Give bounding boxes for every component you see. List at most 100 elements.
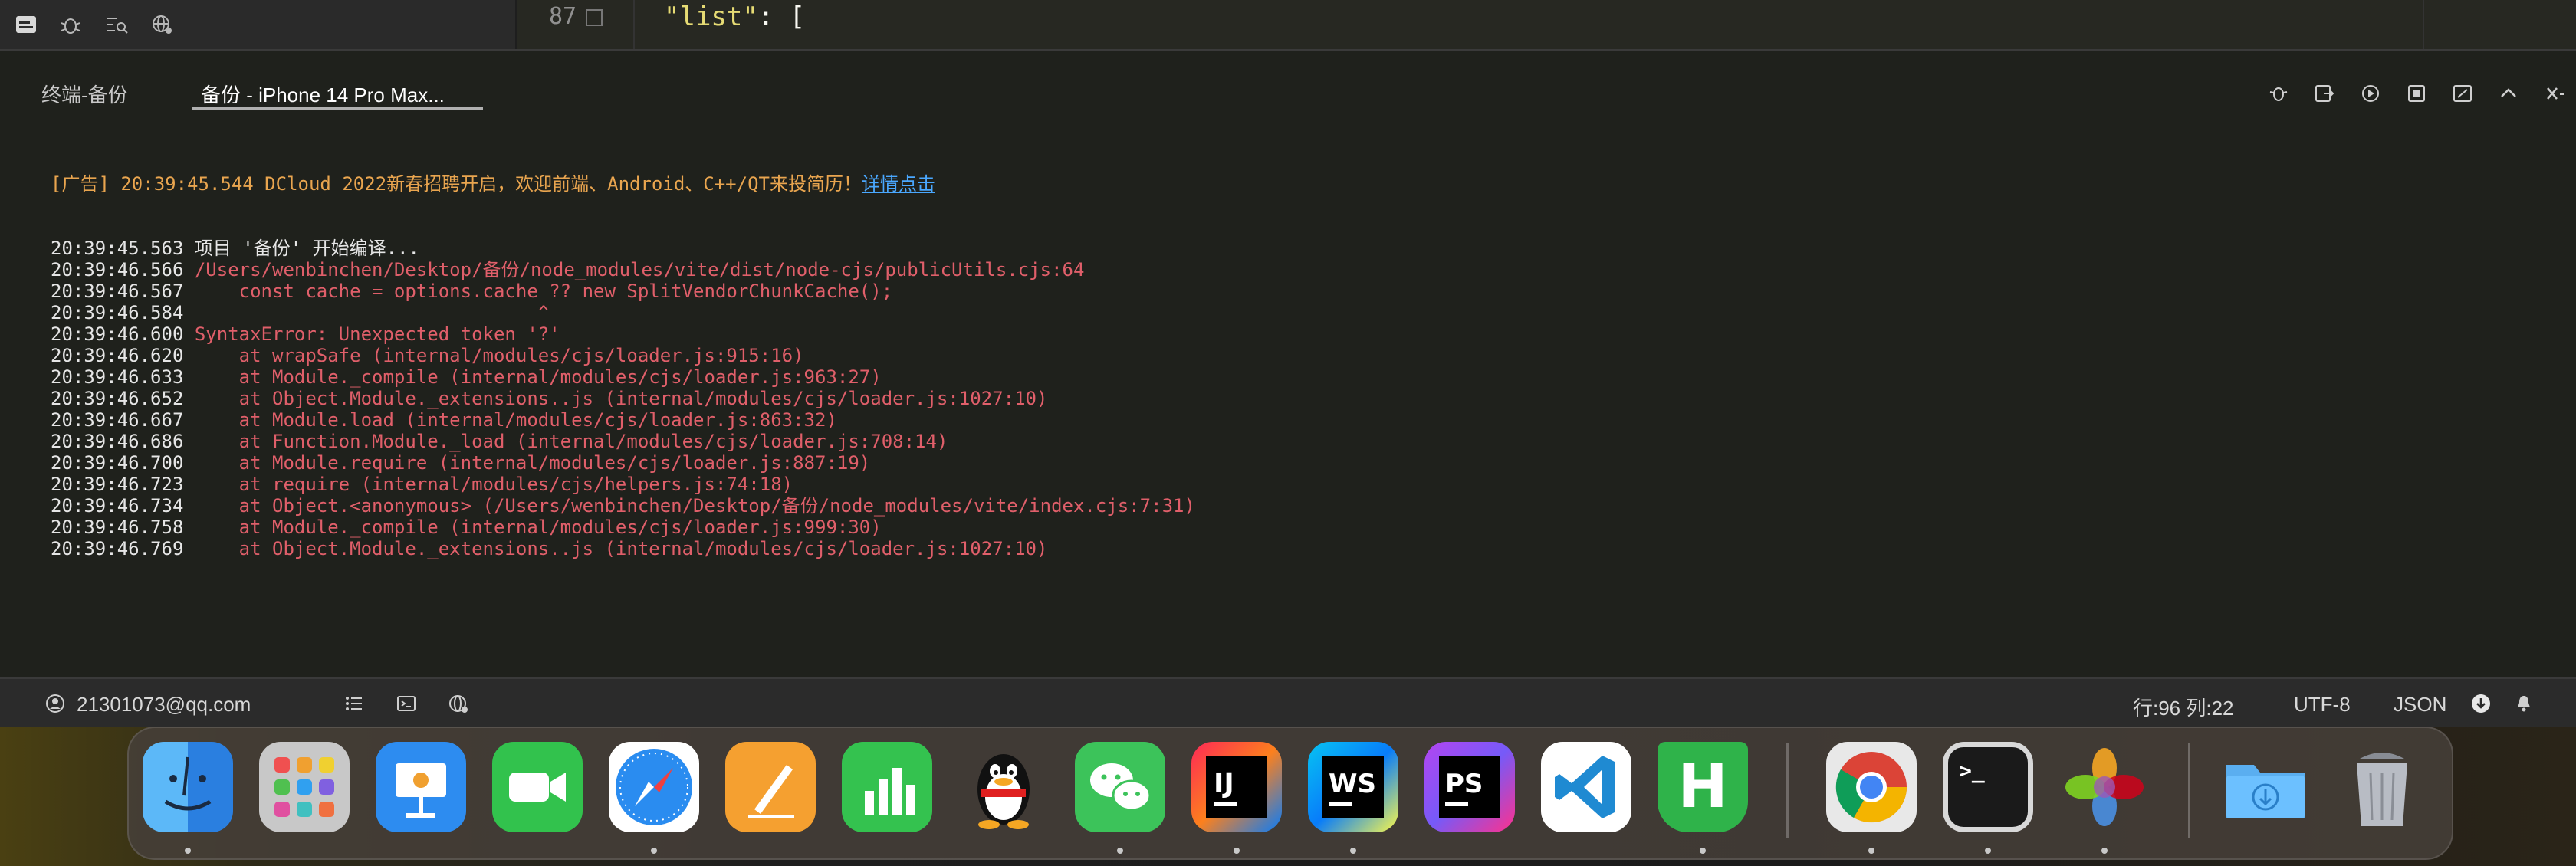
finder-running-dot bbox=[185, 848, 191, 854]
cursor-position[interactable]: 行:96 列:22 bbox=[2133, 693, 2234, 721]
console-message: at Module._compile (internal/modules/cjs… bbox=[194, 517, 882, 538]
tab-iphone-console[interactable]: 备份 - iPhone 14 Pro Max... bbox=[201, 80, 445, 108]
chrome-running-dot bbox=[1868, 848, 1875, 854]
terminal-toggle-icon[interactable] bbox=[394, 691, 419, 716]
file-encoding[interactable]: UTF-8 bbox=[2294, 693, 2351, 717]
downloads-folder-icon[interactable] bbox=[2220, 742, 2311, 832]
account-icon[interactable] bbox=[43, 691, 67, 716]
console-timestamp: 20:39:46.734 bbox=[51, 495, 195, 517]
notification-bell-icon[interactable] bbox=[2512, 691, 2536, 716]
chevron-up-icon[interactable] bbox=[2493, 78, 2524, 109]
finder-icon[interactable] bbox=[143, 742, 233, 832]
console-timestamp: 20:39:46.633 bbox=[51, 366, 195, 388]
export-log-icon[interactable] bbox=[2309, 78, 2340, 109]
console-line: 20:39:46.667 at Module.load (internal/mo… bbox=[51, 409, 1195, 431]
console-message: 项目 '备份' 开始编译... bbox=[194, 238, 419, 259]
phpstorm-label: PS bbox=[1445, 768, 1484, 799]
dock-separator bbox=[1786, 743, 1789, 838]
console-message: at Module._compile (internal/modules/cjs… bbox=[194, 366, 882, 388]
line-number: 87 bbox=[549, 3, 577, 30]
console-timestamp: 20:39:46.600 bbox=[51, 323, 195, 345]
console-timestamp: 20:39:46.567 bbox=[51, 280, 195, 302]
launchpad-icon[interactable] bbox=[259, 742, 350, 832]
wechat-icon[interactable] bbox=[1075, 742, 1165, 832]
facetime-icon[interactable] bbox=[492, 742, 583, 832]
code-key: "list" bbox=[664, 2, 758, 32]
tab-terminal-backup[interactable]: 终端-备份 bbox=[41, 80, 128, 108]
debug-icon[interactable] bbox=[2263, 78, 2294, 109]
console-timestamp: 20:39:46.652 bbox=[51, 388, 195, 409]
clear-console-icon[interactable] bbox=[2447, 78, 2478, 109]
panel-toolbar bbox=[2263, 78, 2570, 109]
console-message: at wrapSafe (internal/modules/cjs/loader… bbox=[194, 345, 804, 366]
code-line: "list": [ bbox=[664, 2, 805, 32]
console-message: /Users/wenbinchen/Desktop/备份/node_module… bbox=[194, 259, 1085, 280]
console-line: 20:39:46.620 at wrapSafe (internal/modul… bbox=[51, 345, 1195, 366]
console-line: 20:39:46.600 SyntaxError: Unexpected tok… bbox=[51, 323, 1195, 345]
qq-penguin-icon[interactable] bbox=[958, 742, 1049, 832]
webstorm-label: WS bbox=[1329, 768, 1376, 799]
hbuilderx-icon[interactable]: H bbox=[1658, 742, 1748, 832]
console-line: 20:39:46.566 /Users/wenbinchen/Desktop/备… bbox=[51, 259, 1195, 280]
console-output: [广告] 20:39:45.544 DCloud 2022新春招聘开启，欢迎前端… bbox=[51, 130, 1195, 602]
console-ad-line: [广告] 20:39:45.544 DCloud 2022新春招聘开启，欢迎前端… bbox=[51, 173, 1195, 195]
trash-icon[interactable] bbox=[2337, 742, 2427, 832]
console-message: at Module.require (internal/modules/cjs/… bbox=[194, 452, 871, 474]
file-explorer-icon[interactable] bbox=[11, 9, 41, 40]
account-email[interactable]: 21301073@qq.com bbox=[77, 693, 251, 717]
safari-icon[interactable] bbox=[609, 742, 699, 832]
console-line: 20:39:46.652 at Object.Module._extension… bbox=[51, 388, 1195, 409]
panel-tab-bar: 终端-备份 备份 - iPhone 14 Pro Max... bbox=[0, 51, 2576, 135]
hbuilderx-label: H bbox=[1677, 753, 1728, 822]
console-timestamp: 20:39:45.563 bbox=[51, 238, 195, 259]
console-timestamp: 20:39:46.667 bbox=[51, 409, 195, 431]
console-timestamp: 20:39:46.700 bbox=[51, 452, 195, 474]
intellij-icon[interactable]: IJ bbox=[1191, 742, 1282, 832]
console-timestamp: 20:39:46.620 bbox=[51, 345, 195, 366]
console-line: 20:39:46.584 ^ bbox=[51, 302, 1195, 323]
debug-bug-icon[interactable] bbox=[55, 9, 86, 40]
search-list-icon[interactable] bbox=[101, 9, 132, 40]
chrome-icon[interactable] bbox=[1826, 742, 1917, 832]
terminal-label: >_ bbox=[1959, 758, 1985, 783]
console-message: SyntaxError: Unexpected token '?' bbox=[194, 323, 560, 345]
console-message: at Object.Module._extensions..js (intern… bbox=[194, 538, 1048, 559]
fold-toggle-icon[interactable] bbox=[586, 9, 603, 26]
console-timestamp: 20:39:46.566 bbox=[51, 259, 195, 280]
outline-list-icon[interactable] bbox=[342, 691, 366, 716]
safari-running-dot bbox=[651, 848, 657, 854]
console-message: at require (internal/modules/cjs/helpers… bbox=[194, 474, 794, 495]
photos-icon[interactable] bbox=[2059, 742, 2150, 832]
preview-globe-icon[interactable] bbox=[446, 691, 471, 716]
console-message: at Object.<anonymous> (/Users/wenbinchen… bbox=[194, 495, 1195, 517]
console-line: 20:39:46.723 at require (internal/module… bbox=[51, 474, 1195, 495]
stop-icon[interactable] bbox=[2401, 78, 2432, 109]
wechat-running-dot bbox=[1117, 848, 1123, 854]
code-rest: : [ bbox=[757, 2, 806, 32]
ad-details-link[interactable]: 详情点击 bbox=[862, 173, 935, 195]
phpstorm-icon[interactable]: PS bbox=[1424, 742, 1515, 832]
console-panel: 终端-备份 备份 - iPhone 14 Pro Max... [广告] 20:… bbox=[0, 49, 2576, 679]
console-message: const cache = options.cache ?? new Split… bbox=[194, 280, 893, 302]
download-update-icon[interactable] bbox=[2469, 691, 2493, 716]
console-line: 20:39:46.769 at Object.Module._extension… bbox=[51, 538, 1195, 559]
console-line: 20:39:46.734 at Object.<anonymous> (/Use… bbox=[51, 495, 1195, 517]
console-message: at Function.Module._load (internal/modul… bbox=[194, 431, 948, 452]
ad-text: [广告] 20:39:45.544 DCloud 2022新春招聘开启，欢迎前端… bbox=[51, 173, 862, 195]
language-mode[interactable]: JSON bbox=[2394, 693, 2446, 717]
sidebar-toolbar bbox=[0, 0, 517, 49]
browser-globe-icon[interactable] bbox=[147, 9, 178, 40]
editor-minimap bbox=[2423, 0, 2576, 49]
pages-icon[interactable] bbox=[725, 742, 816, 832]
webstorm-icon[interactable]: WS bbox=[1308, 742, 1398, 832]
photos-running-dot bbox=[2101, 848, 2108, 854]
console-message: at Module.load (internal/modules/cjs/loa… bbox=[194, 409, 837, 431]
numbers-icon[interactable] bbox=[842, 742, 932, 832]
close-panel-icon[interactable] bbox=[2539, 78, 2570, 109]
restart-icon[interactable] bbox=[2355, 78, 2386, 109]
terminal-icon[interactable]: >_ bbox=[1943, 742, 2033, 832]
console-line: 20:39:46.633 at Module._compile (interna… bbox=[51, 366, 1195, 388]
vscode-icon[interactable] bbox=[1541, 742, 1631, 832]
keynote-icon[interactable] bbox=[376, 742, 466, 832]
console-line: 20:39:46.686 at Function.Module._load (i… bbox=[51, 431, 1195, 452]
